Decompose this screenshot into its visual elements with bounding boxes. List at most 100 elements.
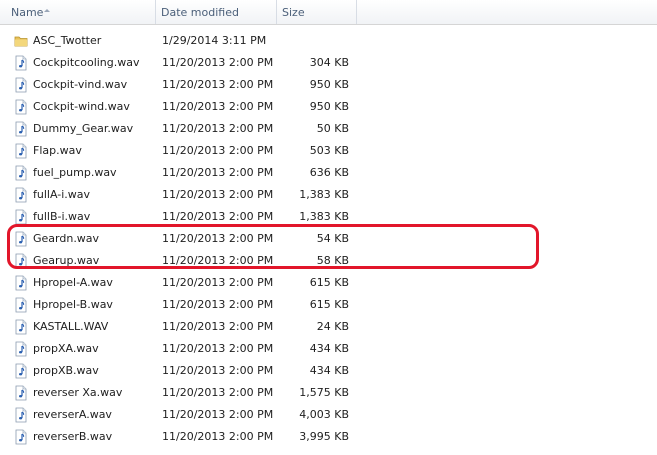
- file-date-modified: 11/20/2013 2:00 PM: [162, 56, 274, 69]
- file-name: Dummy_Gear.wav: [33, 122, 134, 135]
- column-header-date-label: Date modified: [161, 6, 239, 19]
- audio-file-icon: [14, 77, 28, 93]
- file-row[interactable]: Gearup.wav 11/20/2013 2:00 PM 58 KB: [0, 250, 657, 272]
- file-name: Cockpit-vind.wav: [33, 78, 128, 91]
- file-date-modified: 11/20/2013 2:00 PM: [162, 298, 274, 311]
- audio-file-icon: [14, 121, 28, 137]
- file-size: 434 KB: [309, 342, 349, 355]
- file-name: Cockpitcooling.wav: [33, 56, 140, 69]
- file-size: 24 KB: [316, 320, 349, 333]
- file-row[interactable]: fullB-i.wav 11/20/2013 2:00 PM 1,383 KB: [0, 206, 657, 228]
- file-date-modified: 11/20/2013 2:00 PM: [162, 386, 274, 399]
- file-size: 615 KB: [309, 276, 349, 289]
- file-name: fullA-i.wav: [33, 188, 91, 201]
- audio-file-icon: [14, 341, 28, 357]
- file-row[interactable]: Cockpitcooling.wav 11/20/2013 2:00 PM 304 …: [0, 52, 657, 74]
- column-header-date-modified[interactable]: Date modified: [156, 0, 277, 24]
- file-size: 50 KB: [316, 122, 349, 135]
- file-date-modified: 11/20/2013 2:00 PM: [162, 320, 274, 333]
- audio-file-icon: [14, 385, 28, 401]
- file-row[interactable]: reverserB.wav 11/20/2013 2:00 PM 3,995 KB: [0, 426, 657, 448]
- audio-file-icon: [14, 429, 28, 445]
- file-date-modified: 11/20/2013 2:00 PM: [162, 100, 274, 113]
- folder-icon: [14, 33, 28, 49]
- file-row[interactable]: Cockpit-vind.wav 11/20/2013 2:00 PM 950 KB: [0, 74, 657, 96]
- file-name: Gearup.wav: [33, 254, 100, 267]
- column-header-bar: Name Date modified Size: [0, 0, 657, 25]
- file-row[interactable]: Dummy_Gear.wav 11/20/2013 2:00 PM 50 KB: [0, 118, 657, 140]
- file-row[interactable]: fuel_pump.wav 11/20/2013 2:00 PM 636 KB: [0, 162, 657, 184]
- file-size: 54 KB: [316, 232, 349, 245]
- file-row[interactable]: KASTALL.WAV 11/20/2013 2:00 PM 24 KB: [0, 316, 657, 338]
- file-size: 1,383 KB: [299, 210, 349, 223]
- file-size: 1,575 KB: [299, 386, 349, 399]
- file-date-modified: 11/20/2013 2:00 PM: [162, 408, 274, 421]
- audio-file-icon: [14, 297, 28, 313]
- file-size: 636 KB: [309, 166, 349, 179]
- column-header-name-label: Name: [11, 6, 44, 19]
- sort-ascending-icon: [44, 9, 50, 12]
- file-date-modified: 11/20/2013 2:00 PM: [162, 166, 274, 179]
- file-size: 950 KB: [309, 100, 349, 113]
- file-date-modified: 11/20/2013 2:00 PM: [162, 144, 274, 157]
- audio-file-icon: [14, 319, 28, 335]
- file-row[interactable]: Hpropel-B.wav 11/20/2013 2:00 PM 615 KB: [0, 294, 657, 316]
- audio-file-icon: [14, 275, 28, 291]
- file-name: Hpropel-A.wav: [33, 276, 113, 289]
- file-size: 434 KB: [309, 364, 349, 377]
- file-size: 1,383 KB: [299, 188, 349, 201]
- file-name: reverserA.wav: [33, 408, 112, 421]
- file-date-modified: 11/20/2013 2:00 PM: [162, 78, 274, 91]
- file-size: 3,995 KB: [299, 430, 349, 443]
- audio-file-icon: [14, 231, 28, 247]
- audio-file-icon: [14, 99, 28, 115]
- file-size: 950 KB: [309, 78, 349, 91]
- file-name: Cockpit-wind.wav: [33, 100, 130, 113]
- file-date-modified: 11/20/2013 2:00 PM: [162, 276, 274, 289]
- file-row[interactable]: Geardn.wav 11/20/2013 2:00 PM 54 KB: [0, 228, 657, 250]
- file-name: reverser Xa.wav: [33, 386, 123, 399]
- column-header-name[interactable]: Name: [6, 0, 156, 24]
- audio-file-icon: [14, 253, 28, 269]
- audio-file-icon: [14, 143, 28, 159]
- file-date-modified: 11/20/2013 2:00 PM: [162, 364, 274, 377]
- file-size: 4,003 KB: [299, 408, 349, 421]
- audio-file-icon: [14, 363, 28, 379]
- file-name: ASC_Twotter: [33, 34, 102, 47]
- file-row[interactable]: fullA-i.wav 11/20/2013 2:00 PM 1,383 KB: [0, 184, 657, 206]
- audio-file-icon: [14, 209, 28, 225]
- file-row[interactable]: Hpropel-A.wav 11/20/2013 2:00 PM 615 KB: [0, 272, 657, 294]
- column-header-size[interactable]: Size: [277, 0, 357, 24]
- file-row[interactable]: Flap.wav 11/20/2013 2:00 PM 503 KB: [0, 140, 657, 162]
- file-row[interactable]: reverserA.wav 11/20/2013 2:00 PM 4,003 KB: [0, 404, 657, 426]
- file-date-modified: 11/20/2013 2:00 PM: [162, 188, 274, 201]
- file-size: 615 KB: [309, 298, 349, 311]
- file-date-modified: 11/20/2013 2:00 PM: [162, 232, 274, 245]
- file-date-modified: 11/20/2013 2:00 PM: [162, 254, 274, 267]
- audio-file-icon: [14, 407, 28, 423]
- file-date-modified: 11/20/2013 2:00 PM: [162, 342, 274, 355]
- file-name: fullB-i.wav: [33, 210, 91, 223]
- file-row[interactable]: reverser Xa.wav 11/20/2013 2:00 PM 1,575 K…: [0, 382, 657, 404]
- file-name: KASTALL.WAV: [33, 320, 109, 333]
- file-name: propXA.wav: [33, 342, 99, 355]
- file-size: 58 KB: [316, 254, 349, 267]
- file-row[interactable]: propXA.wav 11/20/2013 2:00 PM 434 KB: [0, 338, 657, 360]
- file-name: Geardn.wav: [33, 232, 100, 245]
- file-name: reverserB.wav: [33, 430, 113, 443]
- file-size: 503 KB: [309, 144, 349, 157]
- file-name: fuel_pump.wav: [33, 166, 117, 179]
- file-name: Flap.wav: [33, 144, 82, 157]
- file-date-modified: 11/20/2013 2:00 PM: [162, 430, 274, 443]
- file-row[interactable]: Cockpit-wind.wav 11/20/2013 2:00 PM 950 KB: [0, 96, 657, 118]
- file-date-modified: 1/29/2014 3:11 PM: [162, 34, 267, 47]
- audio-file-icon: [14, 55, 28, 71]
- file-name: Hpropel-B.wav: [33, 298, 113, 311]
- file-date-modified: 11/20/2013 2:00 PM: [162, 122, 274, 135]
- file-date-modified: 11/20/2013 2:00 PM: [162, 210, 274, 223]
- file-row[interactable]: propXB.wav 11/20/2013 2:00 PM 434 KB: [0, 360, 657, 382]
- audio-file-icon: [14, 165, 28, 181]
- file-size: 304 KB: [309, 56, 349, 69]
- column-header-size-label: Size: [282, 6, 305, 19]
- file-row[interactable]: ASC_Twotter 1/29/2014 3:11 PM: [0, 30, 657, 52]
